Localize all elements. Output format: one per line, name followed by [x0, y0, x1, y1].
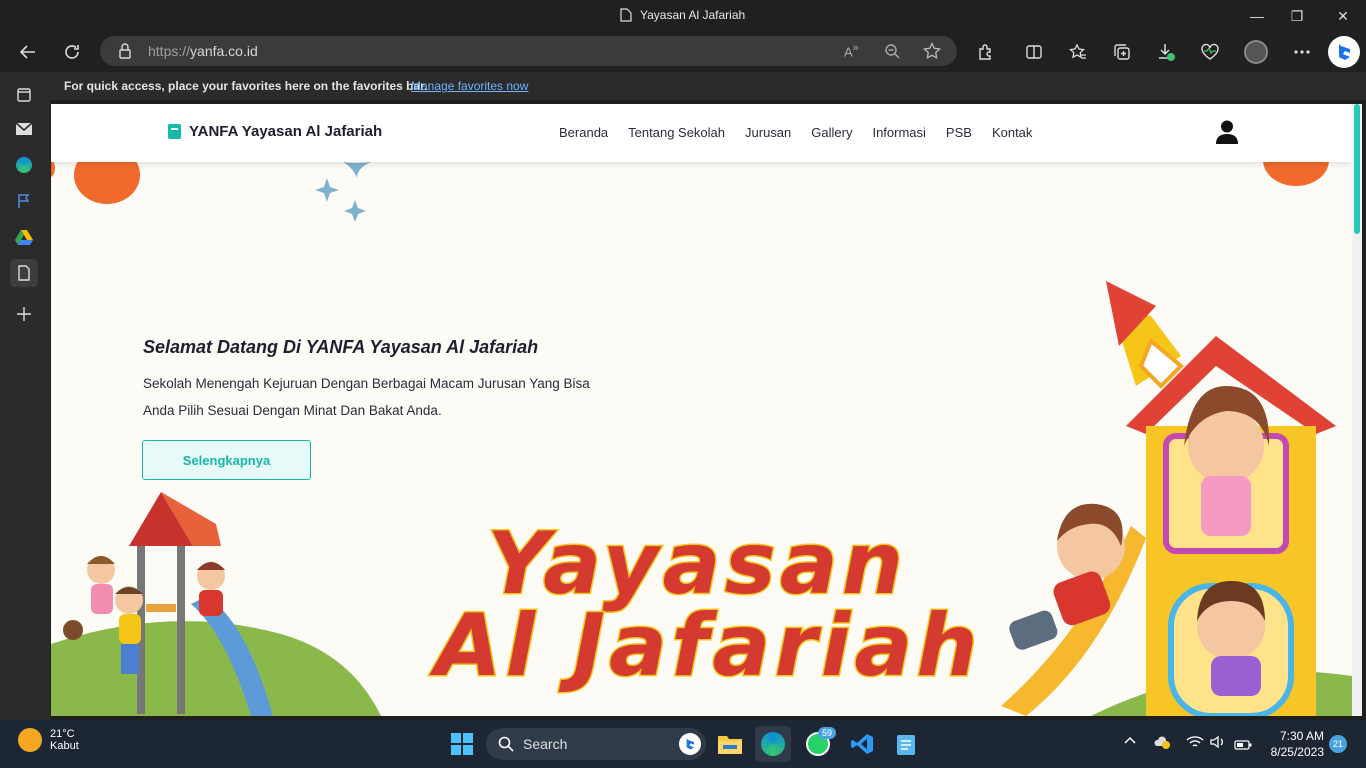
notification-center[interactable]: 21: [1329, 735, 1347, 753]
main-menu: Beranda Tentang Sekolah Jurusan Gallery …: [559, 125, 1032, 140]
nav-jurusan[interactable]: Jurusan: [745, 125, 791, 140]
clock-time: 7:30 AM: [1279, 729, 1324, 743]
refresh-icon[interactable]: [58, 38, 86, 66]
taskbar-search[interactable]: Search: [486, 728, 706, 760]
nav-informasi[interactable]: Informasi: [872, 125, 925, 140]
extensions-icon[interactable]: [972, 38, 1000, 66]
windows-taskbar: 21°C Kabut Search 59 7:30 AM 8/25/2023 2…: [0, 720, 1366, 768]
bing-search-icon: [679, 733, 701, 755]
clock-date: 8/25/2023: [1270, 745, 1324, 759]
hero-description-line-2: Anda Pilih Sesuai Dengan Minat Dan Bakat…: [143, 403, 442, 418]
big-title-line-2: Al Jafariah: [434, 595, 982, 698]
downloads-icon[interactable]: [1152, 38, 1180, 66]
castle-kids-illustration: [1001, 281, 1352, 716]
sparkle-stars-icon: [315, 162, 371, 222]
vscode-icon[interactable]: [844, 726, 880, 762]
browser-essentials-icon[interactable]: [1196, 38, 1224, 66]
hero-description: Sekolah Menengah Kejuruan Dengan Berbaga…: [143, 370, 613, 424]
playground-illustration: [51, 492, 381, 716]
back-arrow-icon[interactable]: [14, 38, 42, 66]
notification-count: 21: [1332, 739, 1343, 749]
bing-copilot-icon[interactable]: [1328, 36, 1360, 68]
nav-gallery[interactable]: Gallery: [811, 125, 852, 140]
page-icon-active[interactable]: [10, 259, 38, 287]
browser-toolbar: https://yanfa.co.id A»: [0, 32, 1366, 72]
nav-beranda[interactable]: Beranda: [559, 125, 608, 140]
zoom-out-icon[interactable]: [884, 43, 900, 59]
more-options-icon[interactable]: [1288, 38, 1316, 66]
add-icon[interactable]: [10, 300, 38, 328]
wifi-icon[interactable]: [1186, 735, 1204, 754]
favorites-icon[interactable]: [1064, 38, 1092, 66]
hero-description-line-1: Sekolah Menengah Kejuruan Dengan Berbaga…: [143, 376, 590, 391]
search-icon: [498, 736, 514, 752]
weather-sun-icon: [18, 728, 42, 752]
volume-icon[interactable]: [1210, 735, 1226, 754]
brand-text: YANFA Yayasan Al Jafariah: [189, 123, 383, 140]
url-proto: https://: [148, 43, 191, 59]
lock-icon: [119, 43, 131, 59]
browser-sidebar: [0, 72, 50, 720]
site-navbar: YANFA Yayasan Al Jafariah Beranda Tentan…: [51, 104, 1352, 162]
restore-button[interactable]: ❐: [1274, 4, 1320, 28]
book-icon: [168, 124, 181, 139]
manage-favorites-link[interactable]: Manage favorites now: [411, 79, 528, 93]
onedrive-warning-icon[interactable]: [1153, 735, 1171, 754]
close-button[interactable]: ✕: [1320, 4, 1366, 28]
window-titlebar: Yayasan Al Jafariah — ❐ ✕: [0, 0, 1366, 32]
start-button-icon[interactable]: [444, 726, 480, 762]
favorite-star-icon[interactable]: [923, 42, 941, 60]
user-account-icon[interactable]: [1216, 120, 1238, 144]
page-scrollbar[interactable]: [1352, 104, 1362, 716]
web-page: YANFA Yayasan Al Jafariah Beranda Tentan…: [51, 104, 1352, 716]
google-drive-icon[interactable]: [10, 223, 38, 251]
favorites-message: For quick access, place your favorites h…: [64, 79, 428, 93]
window-title: Yayasan Al Jafariah: [620, 8, 745, 22]
mail-app-icon[interactable]: [10, 115, 38, 143]
collections-icon[interactable]: [1108, 38, 1136, 66]
notepad-icon[interactable]: [888, 726, 924, 762]
search-label: Search: [523, 736, 568, 752]
split-screen-icon[interactable]: [1020, 38, 1048, 66]
flag-icon[interactable]: [10, 187, 38, 215]
window-title-text: Yayasan Al Jafariah: [640, 8, 746, 22]
file-explorer-icon[interactable]: [712, 726, 748, 762]
nav-tentang-sekolah[interactable]: Tentang Sekolah: [628, 125, 725, 140]
edge-app-icon[interactable]: [10, 151, 38, 179]
edge-browser-icon[interactable]: [755, 726, 791, 762]
site-brand[interactable]: YANFA Yayasan Al Jafariah: [168, 123, 382, 140]
favorites-bar: For quick access, place your favorites h…: [50, 72, 1366, 100]
system-clock[interactable]: 7:30 AM 8/25/2023: [1262, 728, 1324, 760]
page-icon: [620, 8, 632, 22]
whatsapp-icon[interactable]: 59: [800, 726, 837, 762]
whatsapp-badge: 59: [818, 727, 837, 739]
address-bar[interactable]: https://yanfa.co.id A»: [100, 36, 957, 66]
tab-actions-icon[interactable]: [10, 81, 38, 109]
battery-icon[interactable]: [1234, 737, 1252, 755]
selengkapnya-button[interactable]: Selengkapnya: [142, 440, 311, 480]
nav-kontak[interactable]: Kontak: [992, 125, 1032, 140]
weather-desc: Kabut: [50, 740, 79, 752]
show-hidden-icons-chevron-icon[interactable]: [1123, 734, 1137, 753]
url-host: yanfa.co.id: [190, 43, 258, 59]
weather-widget[interactable]: 21°C Kabut: [18, 728, 79, 752]
nav-psb[interactable]: PSB: [946, 125, 972, 140]
weather-temp: 21°C: [50, 728, 75, 740]
read-aloud-icon[interactable]: A»: [844, 42, 859, 59]
url-text: https://yanfa.co.id: [148, 43, 258, 59]
profile-avatar[interactable]: [1242, 38, 1270, 66]
scrollbar-thumb[interactable]: [1354, 104, 1360, 234]
hero-title: Selamat Datang Di YANFA Yayasan Al Jafar…: [143, 337, 539, 357]
